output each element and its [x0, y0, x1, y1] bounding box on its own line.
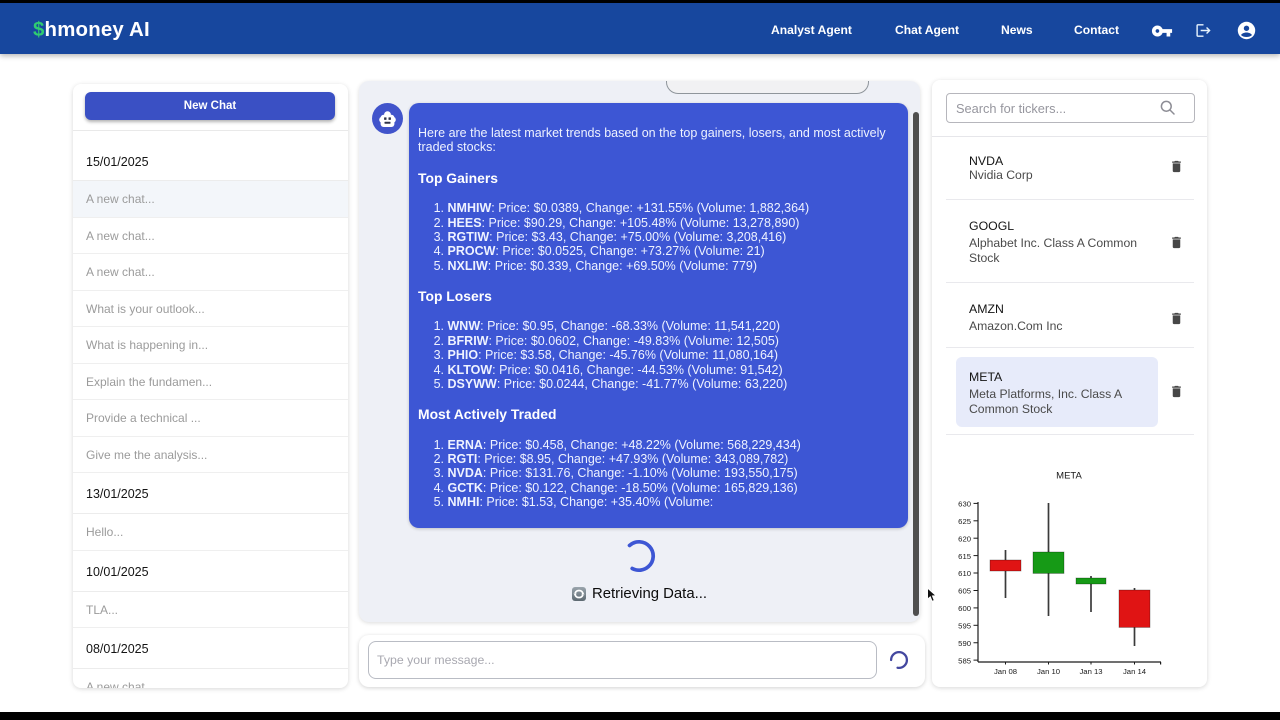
svg-text:Jan 08: Jan 08 [994, 667, 1017, 676]
svg-text:585: 585 [958, 656, 971, 665]
svg-text:595: 595 [958, 622, 971, 631]
svg-text:META: META [1056, 471, 1082, 482]
svg-text:600: 600 [958, 604, 971, 613]
svg-text:630: 630 [958, 500, 971, 509]
svg-text:620: 620 [958, 534, 971, 543]
svg-text:590: 590 [958, 639, 971, 648]
svg-text:Jan 13: Jan 13 [1079, 667, 1102, 676]
svg-text:Jan 10: Jan 10 [1037, 667, 1060, 676]
svg-text:Jan 14: Jan 14 [1123, 667, 1147, 676]
svg-text:605: 605 [958, 587, 971, 596]
svg-text:610: 610 [958, 569, 971, 578]
svg-text:615: 615 [958, 552, 971, 561]
svg-text:625: 625 [958, 517, 971, 526]
